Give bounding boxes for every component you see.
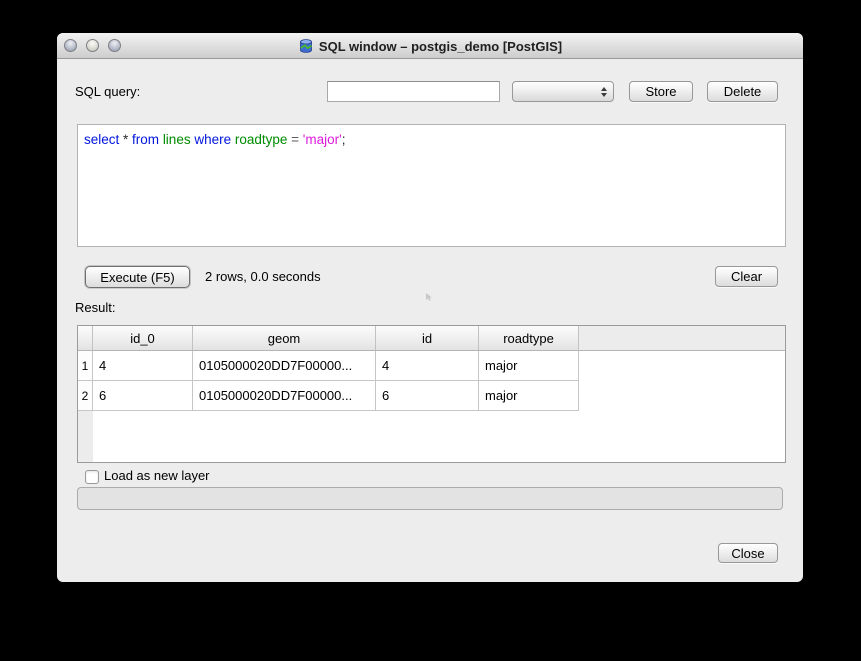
delete-button[interactable]: Delete [707, 81, 778, 102]
sql-token-keyword: where [194, 132, 235, 147]
cell-id_0[interactable]: 6 [93, 381, 193, 411]
row-header-filler [78, 411, 93, 463]
sql-window: SQL window – postgis_demo [PostGIS] SQL … [57, 33, 803, 582]
table-corner-cell[interactable] [78, 326, 93, 351]
column-header-geom[interactable]: geom [193, 326, 376, 351]
cell-geom[interactable]: 0105000020DD7F00000... [193, 381, 376, 411]
load-as-new-layer-label: Load as new layer [104, 467, 210, 485]
sql-token-identifier: roadtype [235, 132, 291, 147]
column-header-id_0[interactable]: id_0 [93, 326, 193, 351]
clear-button[interactable]: Clear [715, 266, 778, 287]
cell-id[interactable]: 6 [376, 381, 479, 411]
titlebar[interactable]: SQL window – postgis_demo [PostGIS] [57, 33, 803, 59]
cell-id[interactable]: 4 [376, 351, 479, 381]
sql-token-operator: = [291, 132, 303, 147]
mouse-cursor-icon [425, 290, 433, 305]
query-status-text: 2 rows, 0.0 seconds [205, 266, 321, 288]
database-icon [298, 38, 314, 54]
cell-roadtype[interactable]: major [479, 351, 579, 381]
sql-token-keyword: from [132, 132, 163, 147]
cell-roadtype[interactable]: major [479, 381, 579, 411]
sql-query-label: SQL query: [75, 81, 140, 102]
sql-token-operator: ; [342, 132, 346, 147]
execute-button[interactable]: Execute (F5) [85, 266, 190, 288]
table-row[interactable]: 1 4 0105000020DD7F00000... 4 major [78, 351, 785, 381]
table-row[interactable]: 2 6 0105000020DD7F00000... 6 major [78, 381, 785, 411]
cell-geom[interactable]: 0105000020DD7F00000... [193, 351, 376, 381]
column-header-id[interactable]: id [376, 326, 479, 351]
table-header-row: id_0 geom id roadtype [78, 326, 785, 351]
sql-token-keyword: select [84, 132, 123, 147]
saved-queries-select[interactable] [512, 81, 614, 102]
layer-name-field [77, 487, 783, 510]
sql-editor[interactable]: select * from lines where roadtype = 'ma… [77, 124, 786, 247]
row-number[interactable]: 2 [78, 381, 93, 411]
close-button[interactable]: Close [718, 543, 778, 563]
sql-token-operator: * [123, 132, 132, 147]
load-as-new-layer-checkbox[interactable] [85, 470, 99, 484]
column-header-roadtype[interactable]: roadtype [479, 326, 579, 351]
sql-token-identifier: lines [163, 132, 195, 147]
desktop-background: SQL window – postgis_demo [PostGIS] SQL … [0, 0, 861, 661]
table-header-filler [579, 326, 785, 351]
result-label: Result: [75, 299, 115, 317]
combo-stepper-icon [601, 87, 607, 97]
window-title: SQL window – postgis_demo [PostGIS] [319, 39, 562, 54]
sql-token-string: 'major' [303, 132, 342, 147]
store-button[interactable]: Store [629, 81, 693, 102]
result-table: id_0 geom id roadtype 1 4 0105000020DD7F… [77, 325, 786, 463]
row-number[interactable]: 1 [78, 351, 93, 381]
cell-id_0[interactable]: 4 [93, 351, 193, 381]
query-name-input[interactable] [327, 81, 500, 102]
